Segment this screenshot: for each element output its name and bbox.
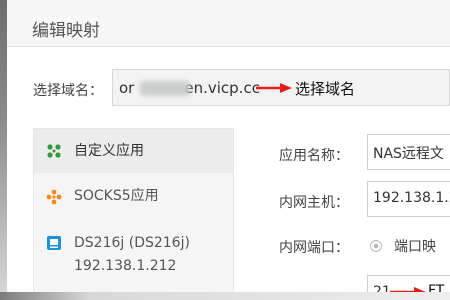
window-frame-left xyxy=(0,0,7,300)
app-item-label: SOCKS5应用 xyxy=(74,188,159,204)
domain-annotation-text: 选择域名 xyxy=(295,80,356,98)
internal-host-label: 内网主机： xyxy=(279,195,349,211)
app-item-socks5[interactable]: SOCKS5应用 xyxy=(34,173,233,217)
internal-host-input[interactable]: 192.138.1.2 xyxy=(367,181,450,217)
app-item-custom[interactable]: 自定义应用 xyxy=(34,129,233,173)
app-name-input[interactable]: NAS远程文 xyxy=(367,134,450,170)
app-name-label: 应用名称： xyxy=(279,148,349,164)
app-item-sublabel: 192.138.1.212 xyxy=(74,258,177,274)
redaction-blur xyxy=(140,81,190,96)
nas-device-icon xyxy=(47,236,61,250)
window-frame-bottom xyxy=(0,292,450,300)
socks5-icon xyxy=(46,189,62,205)
app-item-label: DS216j (DS216j) xyxy=(74,235,190,251)
domain-value-prefix: or xyxy=(119,79,135,97)
port-annotation-text: FT xyxy=(428,283,445,292)
internal-host-value: 192.138.1.2 xyxy=(373,190,450,206)
domain-label: 选择域名： xyxy=(33,83,103,99)
domain-annotation-arrow-icon xyxy=(256,83,292,93)
app-item-label: 自定义应用 xyxy=(74,143,144,159)
dialog-header: 编辑映射 xyxy=(7,0,450,47)
port-mapping-radio[interactable] xyxy=(370,240,382,252)
edit-mapping-dialog: 编辑映射 选择域名： or en.vicp.cc 选择域名 自定义应用 SOCK… xyxy=(7,0,450,292)
port-input[interactable]: 21 FT xyxy=(367,275,450,292)
domain-value-suffix: en.vicp.cc xyxy=(184,79,260,97)
port-value: 21 xyxy=(373,284,391,292)
port-mapping-radio-label: 端口映 xyxy=(394,239,436,255)
app-type-list: 自定义应用 SOCKS5应用 DS216j (DS216j) 192.138.1… xyxy=(33,128,234,292)
app-item-ds216j[interactable]: DS216j (DS216j) 192.138.1.212 xyxy=(34,217,233,292)
dialog-title: 编辑映射 xyxy=(32,21,100,41)
app-name-value: NAS远程文 xyxy=(373,146,444,162)
internal-port-label: 内网端口： xyxy=(279,240,349,256)
custom-app-icon xyxy=(47,144,61,158)
